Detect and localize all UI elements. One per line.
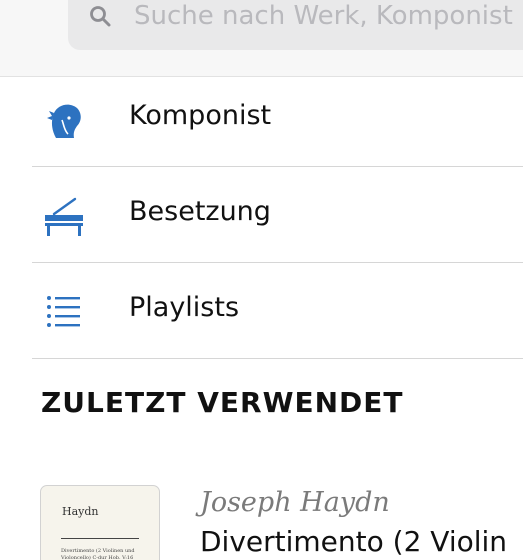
menu-item-besetzung[interactable]: Besetzung: [32, 167, 523, 263]
section-title-recent: ZULETZT VERWENDET: [41, 386, 404, 419]
search-input[interactable]: [134, 0, 523, 32]
thumbnail-divider: [61, 538, 139, 539]
recent-item-title: Divertimento (2 Violin: [200, 525, 508, 558]
score-thumbnail: Haydn Divertimento (2 Violinen und Violo…: [40, 485, 160, 560]
grand-piano-icon: [45, 197, 83, 236]
menu-item-komponist[interactable]: Komponist: [32, 71, 523, 167]
menu-item-label: Besetzung: [129, 196, 271, 227]
menu-item-label: Komponist: [129, 100, 272, 131]
recent-item-composer: Joseph Haydn: [200, 487, 390, 518]
thumbnail-text: Divertimento (2 Violinen und Violoncello…: [61, 548, 135, 560]
menu-item-label: Playlists: [129, 292, 240, 323]
search-icon: [90, 6, 111, 27]
search-bar-area: [0, 0, 523, 77]
menu-item-playlists[interactable]: Playlists: [32, 263, 523, 359]
list-icon: [47, 296, 80, 327]
thumbnail-title: Haydn: [62, 505, 99, 518]
composer-bust-icon: [47, 104, 81, 138]
search-field[interactable]: [68, 0, 523, 50]
recent-item[interactable]: Haydn Divertimento (2 Violinen und Violo…: [40, 485, 523, 560]
